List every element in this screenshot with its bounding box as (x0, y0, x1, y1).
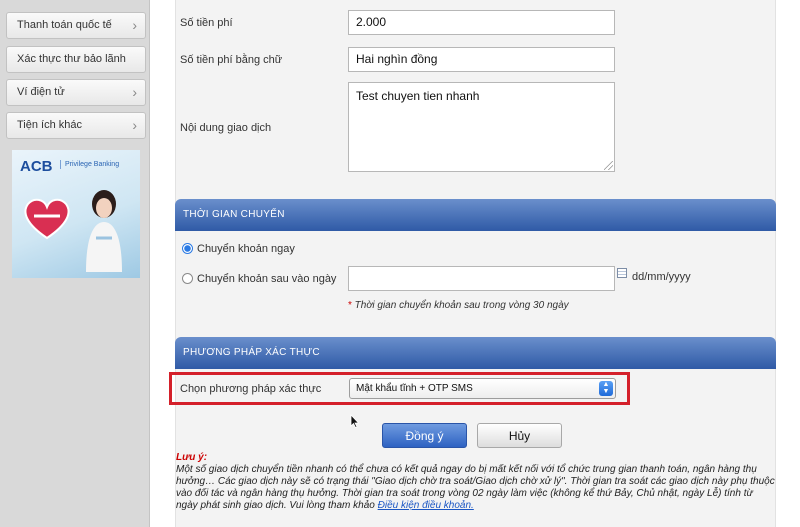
sidebar-item-label: Tiện ích khác (17, 119, 83, 131)
bank-logo: ACB (20, 158, 53, 175)
left-sidebar: Thanh toán quốc tế › Xác thực thư bảo lã… (0, 0, 150, 527)
promo-banner[interactable]: ACB Privilege Banking (12, 150, 140, 278)
heart-graphic (24, 198, 70, 240)
mouse-cursor-icon (350, 414, 359, 428)
required-asterisk: * (348, 300, 355, 311)
sidebar-item-label: Ví điện tử (17, 86, 65, 98)
sidebar-item-e-wallet[interactable]: Ví điện tử › (6, 79, 146, 106)
fee-words-input[interactable]: Hai nghìn đồng (348, 47, 615, 72)
fee-label: Số tiền phí (180, 17, 233, 29)
transfer-now-radio[interactable] (182, 243, 193, 254)
auth-method-label: Chọn phương pháp xác thực (180, 383, 322, 395)
transfer-date-input[interactable] (348, 266, 615, 291)
fee-words-label: Số tiền phí bằng chữ (180, 54, 283, 66)
chevron-right-icon: › (132, 17, 137, 33)
transfer-now-label[interactable]: Chuyển khoản ngay (197, 243, 295, 255)
auth-method-select[interactable]: Mật khẩu tĩnh + OTP SMS ▲ ▼ (349, 378, 616, 399)
date-format-hint: dd/mm/yyyy (632, 271, 691, 283)
auth-method-value: Mật khẩu tĩnh + OTP SMS (356, 383, 473, 394)
sidebar-item-label: Thanh toán quốc tế (17, 19, 112, 31)
sidebar-item-label: Xác thực thư bảo lãnh (17, 53, 126, 65)
notes-title: Lưu ý: (176, 452, 208, 463)
brand-label: Privilege Banking (60, 160, 119, 169)
auth-method-header: PHƯƠNG PHÁP XÁC THỰC (175, 337, 776, 369)
transfer-later-note: * Thời gian chuyển khoản sau trong vòng … (348, 300, 569, 311)
notes-body: Một số giao dịch chuyển tiền nhanh có th… (176, 464, 775, 511)
sidebar-item-other-utilities[interactable]: Tiện ích khác › (6, 112, 146, 139)
transaction-content-label: Nội dung giao dịch (180, 122, 272, 134)
chevron-right-icon: › (132, 117, 137, 133)
transaction-content-textarea[interactable]: Test chuyen tien nhanh (348, 82, 615, 172)
sidebar-item-international-payment[interactable]: Thanh toán quốc tế › (6, 12, 146, 39)
transfer-later-radio[interactable] (182, 273, 193, 284)
fee-input[interactable]: 2.000 (348, 10, 615, 35)
calendar-icon[interactable] (617, 268, 627, 278)
confirm-button[interactable]: Đồng ý (382, 423, 467, 448)
resize-handle-icon[interactable] (604, 161, 613, 170)
transfer-later-note-text: Thời gian chuyển khoản sau trong vòng 30… (354, 300, 569, 311)
sidebar-item-guarantee-verification[interactable]: Xác thực thư bảo lãnh (6, 46, 146, 73)
terms-link[interactable]: Điều kiện điều khoản. (378, 500, 474, 511)
transaction-content-value: Test chuyen tien nhanh (356, 89, 480, 103)
transfer-time-header: THỜI GIAN CHUYỂN (175, 199, 776, 231)
notes-section: Lưu ý: Một số giao dịch chuyển tiền nhan… (176, 452, 776, 512)
transfer-later-label[interactable]: Chuyển khoản sau vào ngày (197, 273, 336, 285)
main-panel (175, 0, 776, 527)
cancel-button[interactable]: Hủy (477, 423, 562, 448)
person-graphic (86, 190, 122, 272)
select-arrows-icon: ▲ ▼ (599, 381, 613, 396)
chevron-right-icon: › (132, 84, 137, 100)
